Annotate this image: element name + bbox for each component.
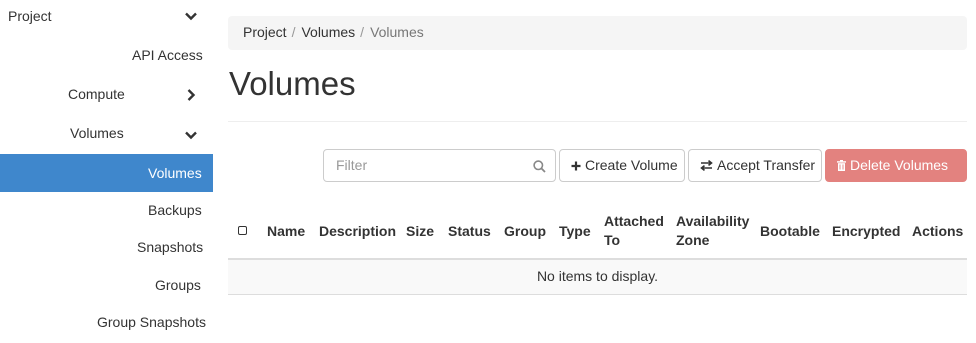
- column-header-encrypted[interactable]: Encrypted: [832, 222, 900, 241]
- sidebar-item-volumes-group[interactable]: Volumes: [0, 114, 213, 152]
- breadcrumb-separator: /: [360, 24, 365, 40]
- select-all-checkbox[interactable]: [238, 226, 247, 235]
- column-header-size[interactable]: Size: [406, 222, 434, 241]
- sidebar-item-backups[interactable]: Backups: [0, 191, 213, 229]
- sidebar-item-group-snapshots[interactable]: Group Snapshots: [0, 303, 213, 341]
- accept-transfer-button[interactable]: Accept Transfer: [688, 149, 822, 182]
- create-volume-button[interactable]: Create Volume: [559, 149, 685, 182]
- sidebar-item-label: Backups: [148, 202, 202, 218]
- breadcrumb-current: Volumes: [370, 24, 424, 40]
- create-volume-label: Create Volume: [585, 157, 678, 173]
- search-icon[interactable]: [533, 160, 546, 176]
- sidebar-item-label: Compute: [68, 86, 125, 102]
- trash-icon: [837, 151, 846, 182]
- table-header: Name Description Size Status Group Type …: [228, 208, 967, 260]
- filter-box: [323, 149, 556, 182]
- column-header-group[interactable]: Group: [504, 222, 546, 241]
- delete-volumes-label: Delete Volumes: [850, 157, 949, 173]
- exchange-icon: [700, 151, 713, 182]
- chevron-down-icon: [185, 131, 197, 141]
- column-header-line: Zone: [676, 232, 710, 248]
- sidebar: Project API Access Compute Volumes Volum…: [0, 0, 213, 343]
- breadcrumb-volumes[interactable]: Volumes: [301, 24, 355, 40]
- page-title: Volumes: [229, 65, 356, 102]
- sidebar-item-label: Snapshots: [137, 239, 204, 255]
- plus-icon: [571, 151, 581, 182]
- sidebar-item-label: Groups: [155, 277, 201, 293]
- sidebar-item-groups[interactable]: Groups: [0, 266, 213, 304]
- breadcrumb-separator: /: [291, 24, 296, 40]
- column-header-status[interactable]: Status: [448, 222, 491, 241]
- sidebar-item-project[interactable]: Project: [0, 0, 213, 35]
- sidebar-item-label: Group Snapshots: [97, 314, 206, 330]
- divider: [228, 121, 967, 122]
- sidebar-item-label: Volumes: [70, 125, 124, 141]
- sidebar-item-snapshots[interactable]: Snapshots: [0, 228, 213, 266]
- column-header-description[interactable]: Description: [319, 222, 396, 241]
- filter-input[interactable]: [336, 157, 526, 173]
- column-header-type[interactable]: Type: [559, 222, 591, 241]
- column-header-attached-to[interactable]: Attached To: [604, 212, 664, 250]
- sidebar-item-volumes[interactable]: Volumes: [0, 154, 213, 192]
- breadcrumb: Project / Volumes / Volumes: [228, 16, 967, 50]
- chevron-down-icon: [185, 12, 197, 22]
- sidebar-item-label: Volumes: [148, 165, 202, 181]
- sidebar-item-compute[interactable]: Compute: [0, 75, 213, 113]
- column-header-availability-zone[interactable]: Availability Zone: [676, 212, 749, 250]
- chevron-right-icon: [187, 89, 197, 101]
- column-header-actions: Actions: [912, 223, 964, 239]
- column-header-name[interactable]: Name: [267, 222, 305, 241]
- delete-volumes-button[interactable]: Delete Volumes: [825, 149, 967, 182]
- sidebar-item-api-access[interactable]: API Access: [0, 36, 213, 74]
- column-header-line: Availability: [676, 213, 750, 229]
- column-header-bootable[interactable]: Bootable: [760, 222, 820, 241]
- sidebar-item-label: API Access: [132, 47, 203, 63]
- column-header-line: To: [604, 232, 621, 248]
- sidebar-item-label: Project: [8, 8, 52, 24]
- accept-transfer-label: Accept Transfer: [717, 157, 816, 173]
- column-header-line: Attached: [604, 213, 664, 229]
- breadcrumb-project[interactable]: Project: [243, 24, 287, 40]
- empty-table-message: No items to display.: [228, 260, 967, 295]
